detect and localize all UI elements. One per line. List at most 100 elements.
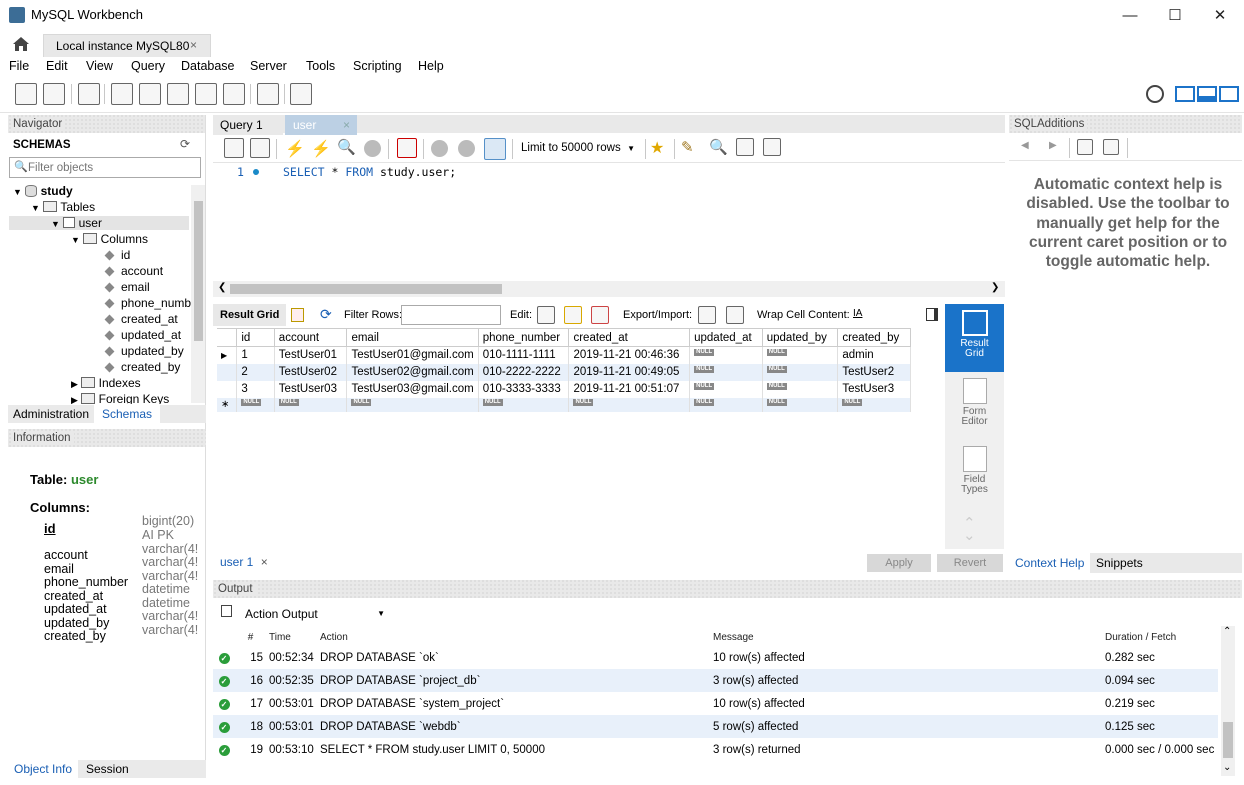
reconnect-icon[interactable]	[290, 83, 312, 105]
close-button[interactable]: ✕	[1197, 0, 1243, 31]
save-icon[interactable]	[250, 138, 270, 158]
revert-button[interactable]: Revert	[937, 554, 1003, 572]
explain-icon[interactable]: 🔍	[337, 138, 356, 156]
tab-object-info[interactable]: Object Info	[8, 760, 79, 778]
cell[interactable]: NULL	[762, 346, 839, 364]
open-sql-script-icon[interactable]	[43, 83, 65, 105]
toggle-panel-icon[interactable]	[926, 308, 938, 321]
auto-help-icon[interactable]	[1103, 139, 1119, 155]
tab-query-1[interactable]: Query 1	[213, 115, 283, 135]
delete-row-icon[interactable]	[591, 306, 609, 324]
result-grid-view-button[interactable]: Result Grid	[945, 304, 1004, 372]
forward-icon[interactable]: ▶	[1049, 140, 1057, 151]
menu-server[interactable]: Server	[250, 59, 287, 73]
cell[interactable]: 2019-11-21 00:46:36	[568, 346, 691, 364]
beautify-icon[interactable]: ✎	[681, 138, 694, 156]
word-wrap-icon[interactable]	[763, 138, 781, 156]
find-icon[interactable]: 🔍	[709, 138, 728, 156]
cell[interactable]: admin	[837, 346, 911, 364]
output-row[interactable]: ✓ 15 00:52:34 DROP DATABASE `ok` 10 row(…	[213, 646, 1218, 669]
menu-help[interactable]: Help	[418, 59, 444, 73]
apply-button[interactable]: Apply	[867, 554, 931, 572]
output-row[interactable]: ✓ 18 00:53:01 DROP DATABASE `webdb` 5 ro…	[213, 715, 1218, 738]
cell[interactable]: 3	[236, 380, 275, 398]
home-icon[interactable]	[12, 36, 30, 52]
menu-database[interactable]: Database	[181, 59, 235, 73]
tree-column-item[interactable]: account	[104, 264, 163, 278]
table-row[interactable]: ▶ 1 TestUser01 TestUser01@gmail.com 010-…	[217, 346, 911, 364]
tab-administration[interactable]: Administration	[13, 407, 89, 421]
commit-icon[interactable]	[431, 140, 448, 157]
cell[interactable]: 010-3333-3333	[478, 380, 570, 398]
col-header[interactable]: created_by	[837, 328, 911, 347]
cell[interactable]: 2	[236, 363, 275, 381]
new-row[interactable]: ∗ NULL NULL NULL NULL NULL NULL NULL NUL…	[217, 397, 911, 412]
cell[interactable]: TestUser02	[274, 363, 348, 381]
execute-current-icon[interactable]: ⚡	[311, 139, 331, 159]
cell[interactable]: 1	[236, 346, 275, 364]
result-tab-user-1[interactable]: user 1 ×	[220, 555, 268, 569]
cell[interactable]: 2019-11-21 00:51:07	[568, 380, 691, 398]
col-header[interactable]: account	[273, 328, 348, 347]
tree-scrollbar[interactable]	[191, 185, 205, 403]
create-view-icon[interactable]	[167, 83, 189, 105]
autocommit-icon[interactable]	[484, 138, 506, 160]
cell[interactable]: TestUser3	[837, 380, 911, 398]
cell[interactable]: NULL	[689, 346, 763, 364]
wrap-toggle-icon[interactable]: IA	[853, 308, 862, 319]
tab-snippets[interactable]: Snippets	[1096, 556, 1143, 570]
tree-column-item[interactable]: id	[104, 248, 130, 262]
search-table-data-icon[interactable]	[257, 83, 279, 105]
limit-rows-select[interactable]: Limit to 50000 rows ▼	[517, 138, 639, 159]
tree-table-user[interactable]: ▼ user	[9, 216, 189, 230]
tree-column-item[interactable]: email	[104, 280, 150, 294]
cell[interactable]: TestUser02@gmail.com	[346, 363, 479, 381]
stop-icon[interactable]	[364, 140, 381, 157]
filter-rows-input[interactable]	[401, 305, 501, 325]
toggle-sidebar-icon[interactable]	[1175, 86, 1195, 102]
close-tab-icon[interactable]: ×	[190, 38, 197, 52]
toggle-output-icon[interactable]	[1197, 86, 1217, 102]
create-procedure-icon[interactable]	[195, 83, 217, 105]
back-icon[interactable]: ◀	[1021, 140, 1029, 151]
insert-row-icon[interactable]	[564, 306, 582, 324]
cell[interactable]: NULL	[689, 363, 763, 381]
manual-help-icon[interactable]	[1077, 139, 1093, 155]
col-header[interactable]: phone_number	[477, 328, 570, 347]
filter-objects-input[interactable]	[28, 159, 198, 176]
grid-view-icon[interactable]	[291, 308, 304, 322]
refresh-icon[interactable]: ⟳	[320, 306, 332, 323]
cell[interactable]: TestUser01	[274, 346, 348, 364]
col-header[interactable]: updated_by	[761, 328, 839, 347]
tree-column-item[interactable]: updated_at	[104, 328, 181, 342]
form-editor-button[interactable]: Form Editor	[945, 374, 1004, 434]
open-file-icon[interactable]	[224, 138, 244, 158]
output-type-select[interactable]: Action Output ▼	[241, 604, 389, 624]
inspector-icon[interactable]	[78, 83, 100, 105]
cell[interactable]: NULL	[762, 363, 839, 381]
create-table-icon[interactable]	[139, 83, 161, 105]
connection-tab[interactable]: Local instance MySQL80 ×	[43, 34, 211, 57]
output-row[interactable]: ✓ 19 00:53:10 SELECT * FROM study.user L…	[213, 738, 1218, 761]
menu-scripting[interactable]: Scripting	[353, 59, 402, 73]
editor-hscrollbar[interactable]: ❮ ❯	[213, 281, 1005, 297]
edit-row-icon[interactable]	[537, 306, 555, 324]
new-sql-tab-icon[interactable]	[15, 83, 37, 105]
create-function-icon[interactable]	[223, 83, 245, 105]
table-row[interactable]: 2 TestUser02 TestUser02@gmail.com 010-22…	[217, 363, 911, 381]
refresh-schemas-icon[interactable]: ⟳	[180, 137, 190, 151]
rollback-icon[interactable]	[458, 140, 475, 157]
tree-column-item[interactable]: updated_by	[104, 344, 184, 358]
minimize-button[interactable]: —	[1107, 0, 1153, 31]
output-scrollbar[interactable]: ⌃ ⌄	[1221, 626, 1235, 776]
cell[interactable]: TestUser2	[837, 363, 911, 381]
import-icon[interactable]	[726, 306, 744, 324]
cell[interactable]: TestUser03	[274, 380, 348, 398]
cell[interactable]: NULL	[689, 380, 763, 398]
tree-column-item[interactable]: created_at	[104, 312, 178, 326]
menu-edit[interactable]: Edit	[46, 59, 68, 73]
toggle-secondary-sidebar-icon[interactable]	[1219, 86, 1239, 102]
execute-icon[interactable]: ⚡	[285, 139, 305, 159]
toggle-error-stop-icon[interactable]	[397, 138, 417, 158]
col-header[interactable]: id	[236, 328, 275, 347]
